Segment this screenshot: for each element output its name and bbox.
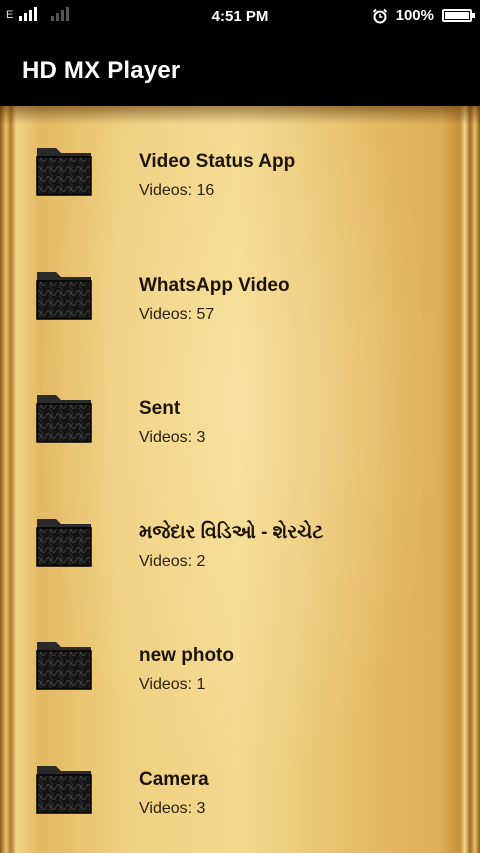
status-right: 100%	[372, 7, 475, 24]
folder-icon	[36, 144, 92, 196]
folder-icon	[36, 762, 92, 814]
folder-list: Video Status App Videos: 16 WhatsApp Vide…	[0, 106, 480, 847]
folder-icon	[36, 638, 92, 690]
status-bar: E 4:51 PM 100%	[0, 0, 480, 33]
screen: E 4:51 PM 100% HD MX Player Video Status…	[0, 0, 480, 853]
folder-video-count: Videos: 57	[139, 305, 215, 323]
folder-list-item[interactable]: Video Status App Videos: 16	[0, 106, 480, 230]
folder-icon	[36, 515, 92, 567]
folder-video-count: Videos: 3	[139, 799, 206, 817]
folder-list-item[interactable]: મજેદાર વિડિઓ - શેરચેટ Videos: 2	[0, 477, 480, 601]
folder-list-area[interactable]: Video Status App Videos: 16 WhatsApp Vide…	[0, 106, 480, 853]
folder-list-item[interactable]: new photo Videos: 1	[0, 600, 480, 724]
folder-video-count: Videos: 2	[139, 552, 206, 570]
alarm-icon	[372, 8, 388, 24]
battery-icon	[442, 9, 475, 22]
folder-video-count: Videos: 3	[139, 429, 206, 446]
folder-title: new photo	[139, 645, 234, 666]
folder-icon	[36, 391, 92, 443]
folder-title: Video Status App	[139, 151, 296, 172]
folder-list-item[interactable]: Sent Videos: 3	[0, 353, 480, 477]
folder-title: મજેદાર વિડિઓ - શેરચેટ	[139, 521, 324, 543]
app-bar: HD MX Player	[0, 33, 480, 106]
folder-video-count: Videos: 1	[139, 676, 206, 693]
folder-list-item[interactable]: Camera Videos: 3	[0, 724, 480, 848]
folder-icon	[36, 268, 92, 320]
folder-video-count: Videos: 16	[139, 182, 215, 199]
folder-title: WhatsApp Video	[139, 274, 290, 296]
folder-list-item[interactable]: WhatsApp Video Videos: 57	[0, 230, 480, 354]
battery-percent: 100%	[395, 7, 434, 24]
folder-title: Sent	[139, 398, 181, 419]
folder-title: Camera	[139, 768, 209, 790]
app-title: HD MX Player	[22, 57, 181, 84]
